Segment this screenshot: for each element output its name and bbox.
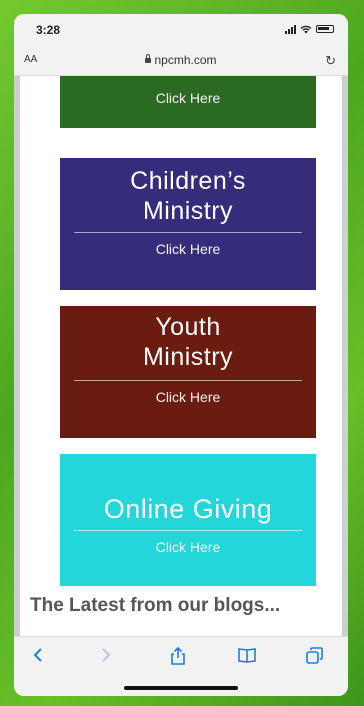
page-column: Click Here Children’s Ministry Click Her… xyxy=(20,76,342,636)
tile-divider xyxy=(74,380,302,381)
tile-link[interactable]: Click Here xyxy=(60,90,316,106)
address-bar[interactable]: AA npcmh.com ↻ xyxy=(14,46,348,76)
blog-heading: The Latest from our blogs... xyxy=(30,595,281,616)
bookmarks-icon[interactable] xyxy=(238,647,256,668)
tile-title-line: Ministry xyxy=(142,343,234,371)
browser-toolbar xyxy=(14,636,348,696)
forward-icon[interactable] xyxy=(100,647,112,668)
tile-title-line: Ministry xyxy=(142,197,234,225)
lock-icon xyxy=(145,54,152,63)
share-icon[interactable] xyxy=(170,646,186,670)
back-icon[interactable] xyxy=(32,647,44,668)
tile-title-line: Online Giving xyxy=(103,494,273,524)
signal-icon xyxy=(285,24,296,34)
tile-title-line: Children’s xyxy=(130,167,246,195)
clock: 3:28 xyxy=(36,23,61,37)
status-bar: 3:28 xyxy=(14,14,348,46)
reload-icon[interactable]: ↻ xyxy=(325,53,336,69)
tile-title-line: Youth xyxy=(155,313,221,341)
battery-icon xyxy=(316,25,334,33)
phone-screen: 3:28 AA npcmh.com ↻ Click Here Children’… xyxy=(14,14,348,696)
tile-link[interactable]: Click Here xyxy=(60,539,316,555)
tile-online-giving[interactable]: Online Giving Click Here xyxy=(60,454,316,586)
web-content: Click Here Children’s Ministry Click Her… xyxy=(14,76,348,636)
tabs-icon[interactable] xyxy=(306,647,323,669)
tile-divider xyxy=(74,530,302,531)
system-icons xyxy=(285,24,334,34)
tile-youth-ministry[interactable]: Youth Ministry Click Here xyxy=(60,306,316,438)
wifi-icon xyxy=(300,25,312,33)
tile-link[interactable]: Click Here xyxy=(60,241,316,257)
tile-childrens-ministry[interactable]: Children’s Ministry Click Here xyxy=(60,158,316,290)
tile-link[interactable]: Click Here xyxy=(60,389,316,405)
tile-partial[interactable]: Click Here xyxy=(60,76,316,128)
url-display[interactable]: npcmh.com xyxy=(14,53,348,67)
home-indicator[interactable] xyxy=(124,686,238,690)
url-text: npcmh.com xyxy=(154,53,217,67)
tile-divider xyxy=(74,232,302,233)
